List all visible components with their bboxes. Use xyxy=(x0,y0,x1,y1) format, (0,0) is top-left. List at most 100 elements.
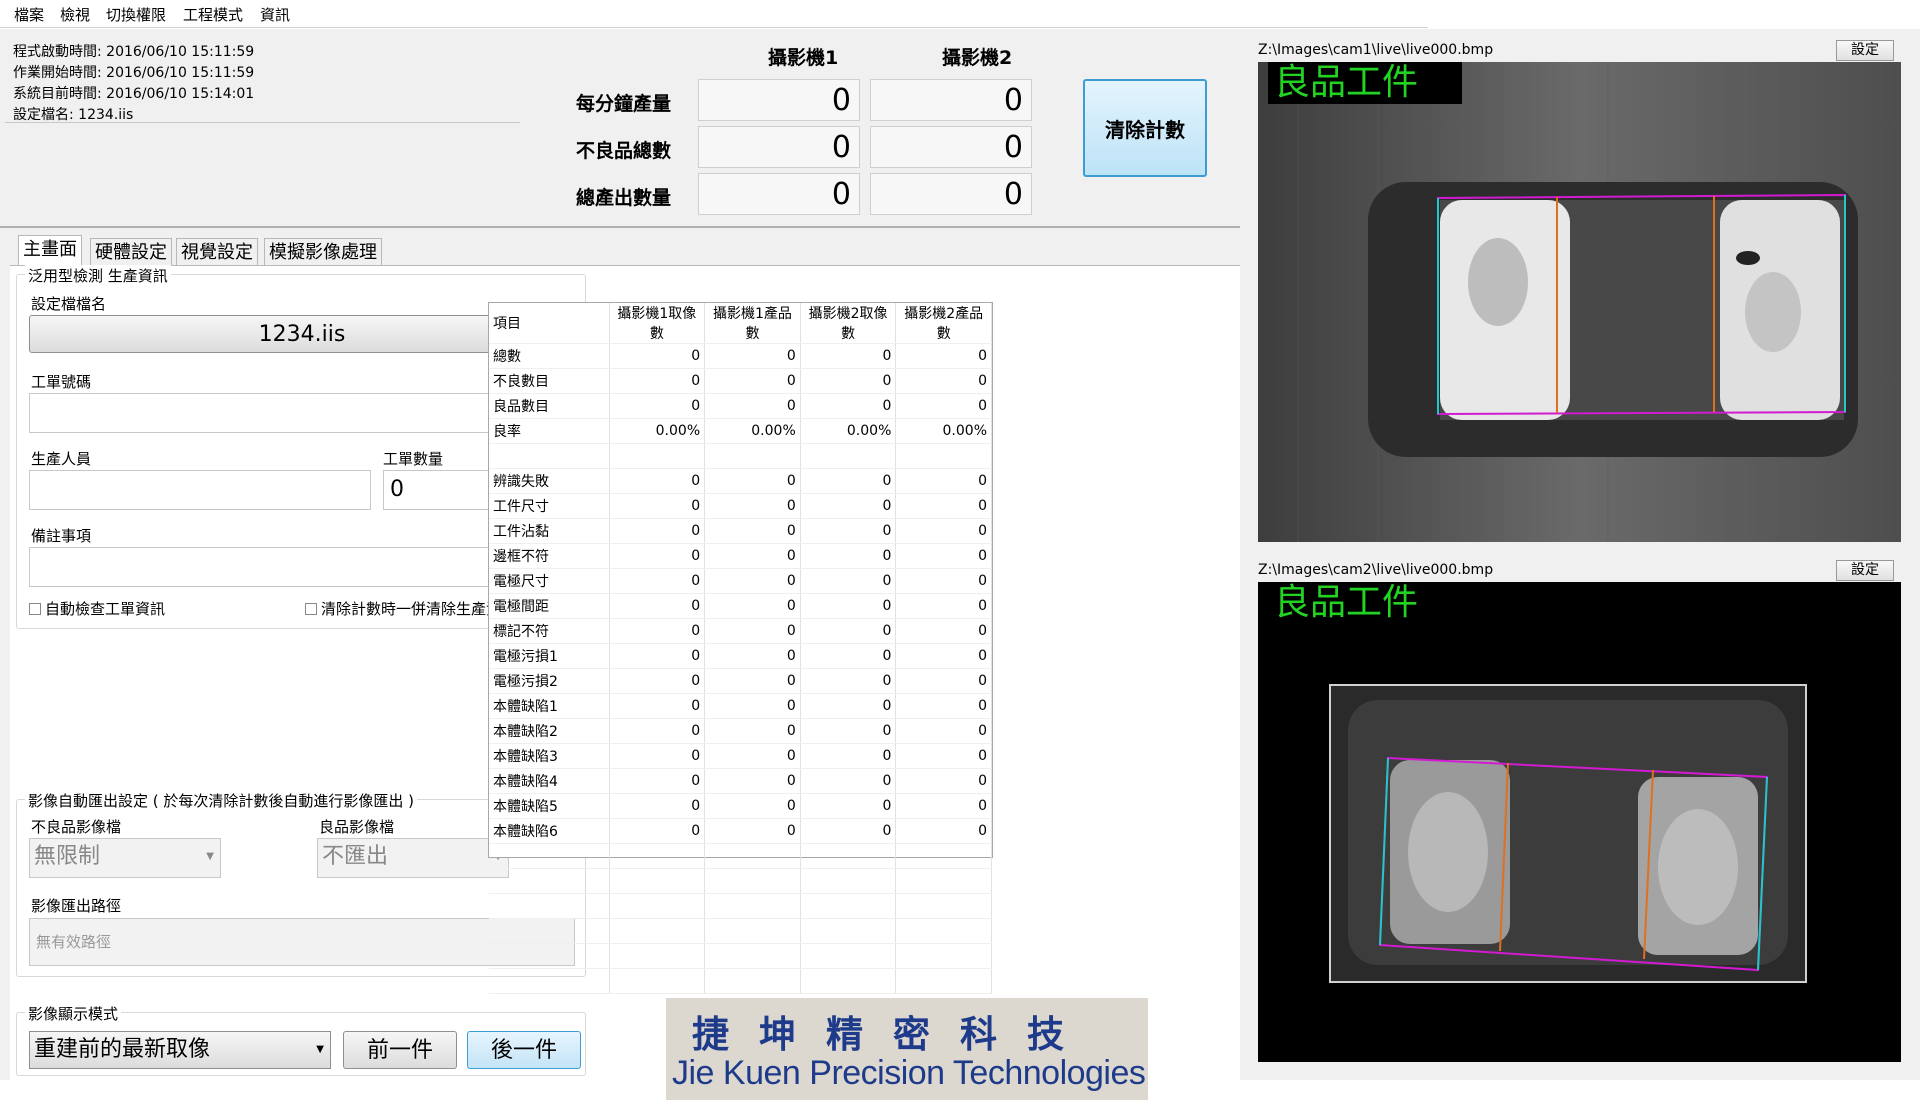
row-label-cell: 工件尺寸 xyxy=(489,493,610,519)
value-cell: 0 xyxy=(895,768,992,794)
cam1-image xyxy=(1258,62,1901,542)
clear-count-button[interactable]: 清除計數 xyxy=(1083,79,1207,177)
row-label-cell: 辨識失敗 xyxy=(489,468,610,494)
table-row: 良品數目 0 0 0 0 xyxy=(489,393,992,419)
value-cell: 0 xyxy=(800,593,897,619)
table-row: 良率 0.00% 0.00% 0.00% 0.00% xyxy=(489,418,992,444)
operator-label: 生產人員 xyxy=(31,450,92,468)
next-button[interactable]: 後一件 xyxy=(467,1031,581,1069)
menu-view[interactable]: 檢視 xyxy=(60,4,90,25)
cam2-image xyxy=(1258,582,1901,1062)
value-cell xyxy=(895,443,992,469)
table-row: 辨識失敗 0 0 0 0 xyxy=(489,468,992,494)
value-cell: 0 xyxy=(704,793,801,819)
menu-engineering-mode[interactable]: 工程模式 xyxy=(183,4,243,25)
value-cell: 0 xyxy=(609,743,706,769)
cam2-result-label: 良品工件 xyxy=(1274,582,1419,623)
value-cell: 0 xyxy=(704,368,801,394)
value-cell: 0 xyxy=(609,593,706,619)
clear-with-count-checkbox[interactable]: 清除計數時一併清除生產資訊 xyxy=(305,598,516,619)
cam1-settings-button[interactable]: 設定 xyxy=(1836,40,1894,61)
value-cell: 0 xyxy=(704,518,801,544)
column-header: 攝影機1取像數 xyxy=(609,303,706,344)
row-label-cell xyxy=(489,918,610,944)
value-cell: 0 xyxy=(704,668,801,694)
logo-chinese: 捷坤精密科技 xyxy=(692,1012,1094,1056)
menu-file[interactable]: 檔案 xyxy=(14,4,44,25)
row-label-cell: 工件沾黏 xyxy=(489,518,610,544)
config-file-label: 設定檔檔名 xyxy=(31,295,107,313)
table-row: 本體缺陷4 0 0 0 0 xyxy=(489,768,992,794)
value-cell xyxy=(704,893,801,919)
table-row xyxy=(489,918,992,944)
menu-switch-permission[interactable]: 切換權限 xyxy=(106,4,166,25)
value-cell: 0 xyxy=(895,543,992,569)
statistics-table: 項目 攝影機1取像數 攝影機1產品數 攝影機2取像數 攝影機2產品數 總數 0 0 0… xyxy=(488,302,993,994)
row-label-cell xyxy=(489,443,610,469)
menu-info[interactable]: 資訊 xyxy=(260,4,290,25)
value-cell: 0 xyxy=(609,718,706,744)
ng-image-select[interactable]: 無限制 ▼ xyxy=(29,838,221,878)
tab-vision[interactable]: 視覺設定 xyxy=(176,238,258,265)
prev-button[interactable]: 前一件 xyxy=(343,1031,457,1069)
value-cell xyxy=(800,918,897,944)
value-cell: 0 xyxy=(704,743,801,769)
row-label-cell: 總數 xyxy=(489,343,610,369)
cam2-per-minute: 0 xyxy=(870,79,1032,121)
value-cell xyxy=(895,918,992,944)
ok-image-value: 不匯出 xyxy=(322,844,389,869)
cam2-total-output: 0 xyxy=(870,173,1032,215)
export-path-label: 影像匯出路徑 xyxy=(31,897,122,915)
row-label-cell: 良率 xyxy=(489,418,610,444)
cam2-image-viewer: 良品工件 xyxy=(1258,582,1901,1062)
auto-check-checkbox[interactable]: 自動檢查工單資訊 xyxy=(29,598,165,619)
value-cell: 0 xyxy=(609,343,706,369)
value-cell: 0 xyxy=(704,718,801,744)
value-cell: 0 xyxy=(895,793,992,819)
value-cell: 0 xyxy=(609,768,706,794)
value-cell: 0 xyxy=(609,368,706,394)
operator-input[interactable] xyxy=(29,470,371,510)
value-cell: 0 xyxy=(800,643,897,669)
cam1-defect-total: 0 xyxy=(698,126,860,168)
ok-image-select[interactable]: 不匯出 ▼ xyxy=(317,838,509,878)
value-cell: 0 xyxy=(704,768,801,794)
value-cell xyxy=(895,968,992,994)
display-mode-select[interactable]: 重建前的最新取像 ▼ xyxy=(29,1031,331,1069)
chevron-down-icon: ▼ xyxy=(316,1044,324,1055)
value-cell xyxy=(895,893,992,919)
value-cell xyxy=(609,893,706,919)
row-label-cell: 標記不符 xyxy=(489,618,610,644)
value-cell: 0 xyxy=(704,343,801,369)
table-row xyxy=(489,868,992,894)
tab-main[interactable]: 主畫面 xyxy=(18,235,82,266)
value-cell xyxy=(609,443,706,469)
value-cell: 0 xyxy=(800,668,897,694)
value-cell xyxy=(609,918,706,944)
table-row: 工件沾黏 0 0 0 0 xyxy=(489,518,992,544)
chevron-down-icon: ▼ xyxy=(206,851,214,862)
value-cell xyxy=(609,843,706,869)
value-cell: 0 xyxy=(800,718,897,744)
value-cell: 0 xyxy=(800,493,897,519)
company-logo: 捷坤精密科技 Jie Kuen Precision Technologies xyxy=(666,998,1148,1100)
value-cell: 0 xyxy=(704,693,801,719)
value-cell: 0 xyxy=(800,693,897,719)
value-cell xyxy=(704,843,801,869)
value-cell: 0 xyxy=(800,518,897,544)
cam1-header: 攝影機1 xyxy=(768,47,839,69)
logo-english: Jie Kuen Precision Technologies xyxy=(672,1054,1146,1092)
display-mode-group: 影像顯示模式 重建前的最新取像 ▼ 前一件 後一件 xyxy=(16,1003,586,1076)
cam2-defect-total: 0 xyxy=(870,126,1032,168)
tab-simulation[interactable]: 模擬影像處理 xyxy=(264,238,382,265)
system-time: 系統目前時間: 2016/06/10 15:14:01 xyxy=(13,86,255,102)
tab-hardware[interactable]: 硬體設定 xyxy=(90,238,172,265)
program-start-time: 程式啟動時間: 2016/06/10 15:11:59 xyxy=(13,44,255,60)
cam2-settings-button[interactable]: 設定 xyxy=(1836,560,1894,581)
row-label-cell: 電極尺寸 xyxy=(489,568,610,594)
value-cell: 0 xyxy=(895,568,992,594)
table-row: 本體缺陷3 0 0 0 0 xyxy=(489,743,992,769)
table-row: 本體缺陷2 0 0 0 0 xyxy=(489,718,992,744)
value-cell: 0 xyxy=(704,818,801,844)
table-row: 電極污損2 0 0 0 0 xyxy=(489,668,992,694)
